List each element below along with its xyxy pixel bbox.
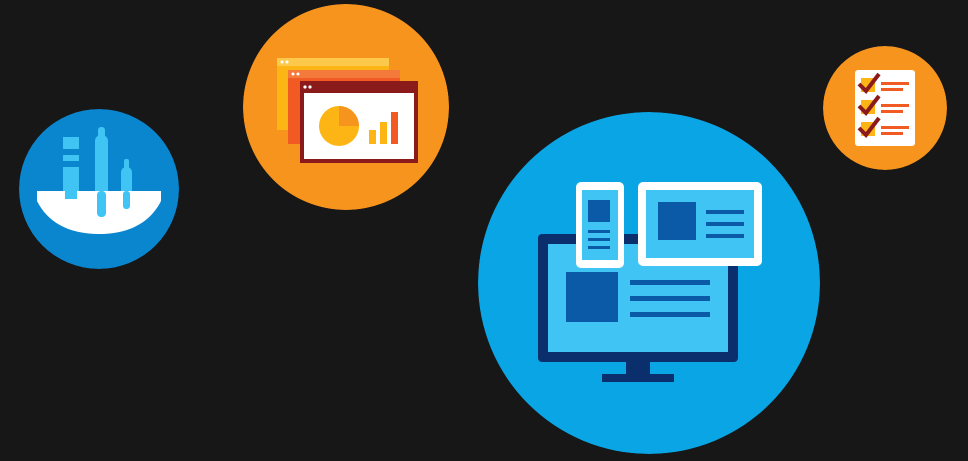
tool-cylinder-front xyxy=(65,191,77,199)
tool-marker-cap xyxy=(124,159,129,169)
checklist-line xyxy=(881,82,909,85)
tool-cylinder-band xyxy=(63,149,79,155)
checklist-line xyxy=(881,110,903,113)
monitor-image xyxy=(566,272,618,322)
monitor-line xyxy=(630,312,710,317)
checklist-line xyxy=(881,88,903,91)
monitor-neck xyxy=(626,362,650,374)
multi-device-icon xyxy=(478,112,820,454)
tool-marker-front xyxy=(123,191,130,209)
phone-image xyxy=(588,200,610,222)
monitor-line xyxy=(630,280,710,285)
checklist-badge xyxy=(823,46,947,170)
bar xyxy=(369,130,376,144)
checklist-icon xyxy=(823,46,947,170)
tablet-line xyxy=(706,222,744,226)
report-windows-icon xyxy=(243,4,449,210)
bar xyxy=(391,112,398,144)
phone-line xyxy=(588,238,610,241)
phone-line xyxy=(588,246,610,249)
phone-line xyxy=(588,230,610,233)
bar xyxy=(380,122,387,144)
checklist-line xyxy=(881,126,909,129)
tool-pen-front xyxy=(97,191,106,217)
window-back-bar xyxy=(277,58,389,66)
tool-cylinder-band xyxy=(63,161,79,167)
tablet-line xyxy=(706,234,744,238)
window-middle-bar xyxy=(288,70,400,78)
devices-badge xyxy=(478,112,820,454)
monitor-line xyxy=(630,296,710,301)
illustration-canvas xyxy=(0,0,968,461)
tools-badge xyxy=(19,109,179,269)
tablet-image xyxy=(658,202,696,240)
tablet-line xyxy=(706,210,744,214)
tool-pen-cap xyxy=(98,127,105,139)
checklist-line xyxy=(881,104,909,107)
monitor-base xyxy=(602,374,674,382)
checklist-line xyxy=(881,132,903,135)
reports-badge xyxy=(243,4,449,210)
tools-cup-icon xyxy=(19,109,179,269)
